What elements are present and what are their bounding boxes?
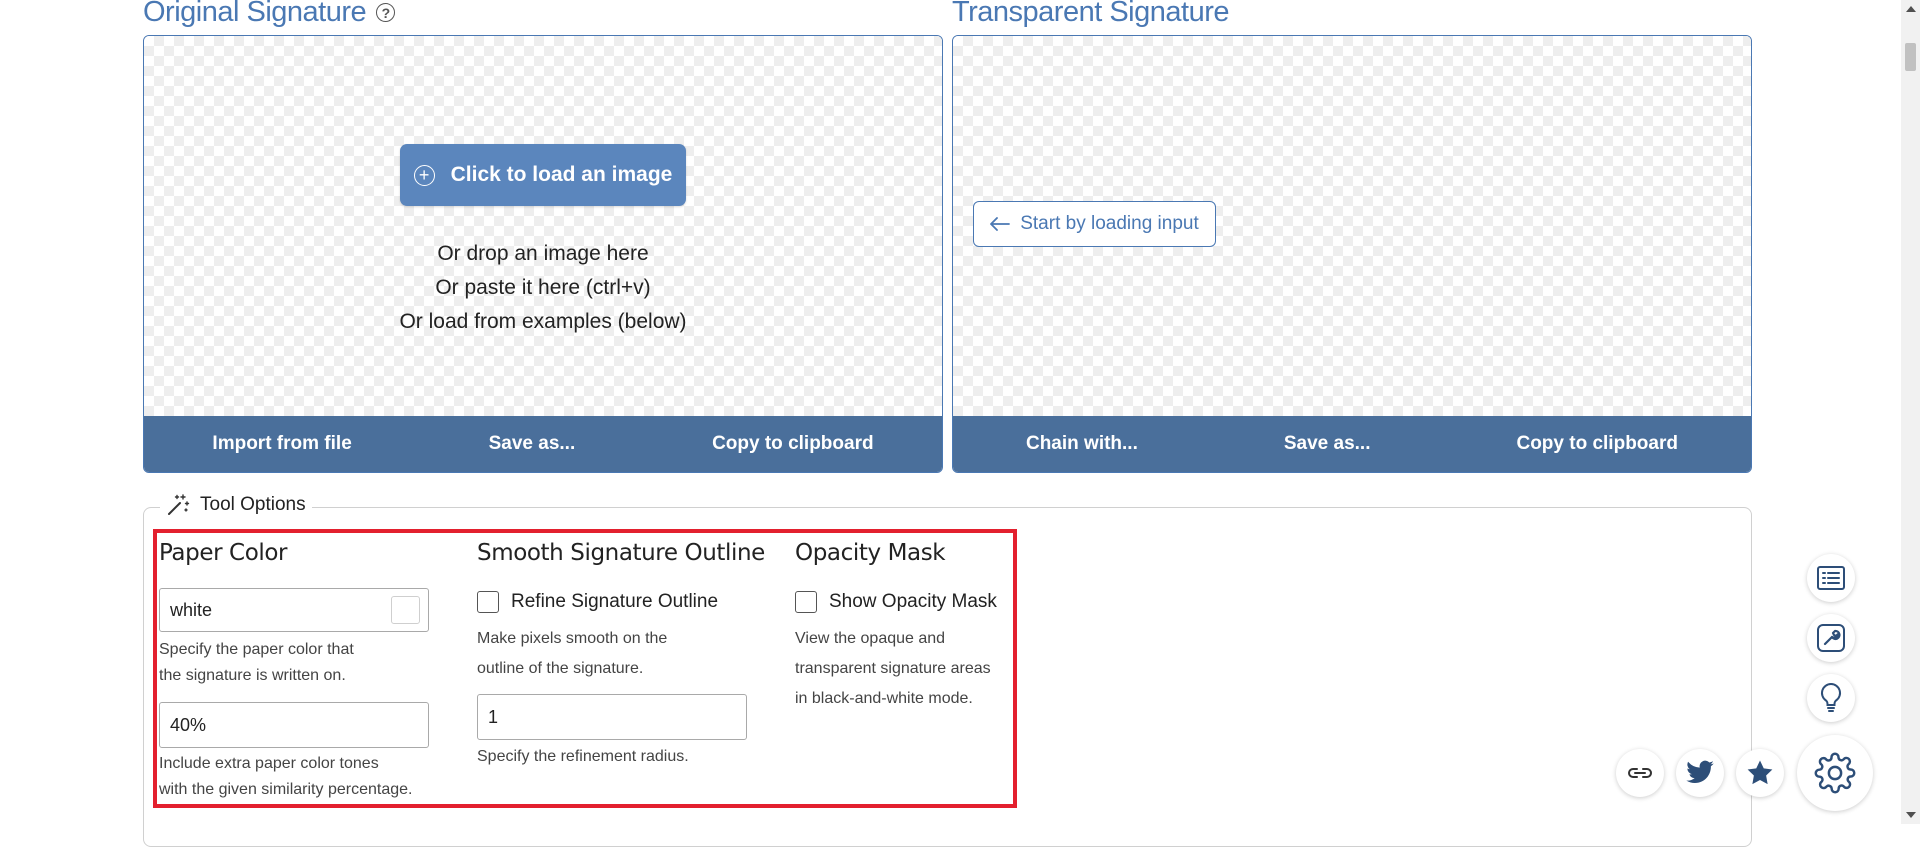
similarity-input[interactable]: 40% <box>159 702 429 748</box>
tips-button[interactable] <box>1807 674 1855 722</box>
show-opacity-mask-label: Show Opacity Mask <box>829 591 997 612</box>
lightbulb-icon <box>1820 682 1842 712</box>
wrench-icon <box>1817 624 1845 652</box>
refine-outline-checkbox[interactable] <box>477 591 499 613</box>
tool-list-button[interactable] <box>1807 554 1855 602</box>
opacity-mask-group: Opacity Mask <box>795 540 946 566</box>
smooth-outline-description: Make pixels smooth on the outline of the… <box>477 624 667 684</box>
examples-line: Or load from examples (below) <box>399 310 687 333</box>
desc-line: Include extra paper color tones <box>159 755 379 772</box>
refinement-radius-input[interactable]: 1 <box>477 694 747 740</box>
drop-line: Or drop an image here <box>437 242 649 265</box>
output-preview-area: Start by loading input <box>953 36 1751 418</box>
list-icon <box>1817 566 1845 590</box>
star-icon <box>1747 760 1773 785</box>
input-save-as-button[interactable]: Save as... <box>469 425 596 463</box>
import-from-file-button[interactable]: Import from file <box>192 425 371 463</box>
input-panel-title: Original Signature ? <box>143 0 396 29</box>
show-opacity-mask-option[interactable]: Show Opacity Mask <box>795 591 997 613</box>
scroll-up-arrow[interactable] <box>1906 6 1916 12</box>
start-button-label: Start by loading input <box>1020 213 1199 234</box>
similarity-description: Include extra paper color tones with the… <box>159 751 412 803</box>
similarity-value: 40% <box>170 714 207 735</box>
output-copy-to-clipboard-button[interactable]: Copy to clipboard <box>1496 425 1698 463</box>
drop-instructions: Or drop an image here Or paste it here (… <box>144 237 942 339</box>
desc-line: with the given similarity percentage. <box>159 781 413 798</box>
load-image-button[interactable]: + Click to load an image <box>400 144 686 206</box>
opacity-mask-heading: Opacity Mask <box>795 540 946 566</box>
tool-options-legend: Tool Options <box>160 493 312 517</box>
opacity-mask-description: View the opaque and transparent signatur… <box>795 624 991 714</box>
refine-outline-label: Refine Signature Outline <box>511 591 719 612</box>
output-save-as-button[interactable]: Save as... <box>1264 425 1391 463</box>
paper-color-value: white <box>170 599 213 620</box>
input-copy-to-clipboard-button[interactable]: Copy to clipboard <box>692 425 894 463</box>
show-opacity-mask-checkbox[interactable] <box>795 591 817 613</box>
desc-line: Make pixels smooth on the <box>477 630 668 647</box>
load-image-button-label: Click to load an image <box>450 163 673 186</box>
desc-line: outline of the signature. <box>477 660 644 677</box>
magic-wand-icon <box>168 494 190 515</box>
paste-line: Or paste it here (ctrl+v) <box>435 276 651 299</box>
desc-line: Specify the paper color that <box>159 641 354 658</box>
output-panel-title-text: Transparent Signature <box>952 0 1229 28</box>
settings-button[interactable] <box>1797 735 1873 811</box>
tools-button[interactable] <box>1807 614 1855 662</box>
scroll-thumb[interactable] <box>1905 43 1916 71</box>
plus-circle-icon: + <box>413 164 435 186</box>
bookmark-button[interactable] <box>1736 749 1784 797</box>
input-panel: + Click to load an image Or drop an imag… <box>143 35 943 473</box>
desc-line: the signature is written on. <box>159 667 346 684</box>
desc-line: View the opaque and <box>795 630 946 647</box>
tool-options-title: Tool Options <box>200 494 306 515</box>
link-icon <box>1628 768 1652 778</box>
smooth-outline-heading: Smooth Signature Outline <box>477 540 765 566</box>
page-scrollbar[interactable] <box>1901 0 1920 824</box>
chain-with-button[interactable]: Chain with... <box>1006 425 1158 463</box>
input-panel-title-text: Original Signature <box>143 0 367 28</box>
help-icon[interactable]: ? <box>376 3 396 22</box>
twitter-share-button[interactable] <box>1676 749 1724 797</box>
refinement-radius-value: 1 <box>488 706 499 727</box>
refinement-radius-description: Specify the refinement radius. <box>477 748 689 765</box>
input-drop-area[interactable]: + Click to load an image Or drop an imag… <box>144 36 942 418</box>
output-panel: Start by loading input Chain with... Sav… <box>952 35 1752 473</box>
color-swatch[interactable] <box>391 596 420 624</box>
copy-link-button[interactable] <box>1616 749 1664 797</box>
gear-icon <box>1814 752 1856 794</box>
twitter-icon <box>1686 760 1714 784</box>
start-by-loading-input-button[interactable]: Start by loading input <box>973 201 1216 247</box>
paper-color-group: Paper Color <box>159 540 288 566</box>
desc-line: in black-and-white mode. <box>795 690 973 707</box>
arrow-left-icon <box>990 217 1011 231</box>
paper-color-heading: Paper Color <box>159 540 288 566</box>
input-toolbar: Import from file Save as... Copy to clip… <box>144 416 942 472</box>
paper-color-input[interactable]: white <box>159 588 429 632</box>
output-toolbar: Chain with... Save as... Copy to clipboa… <box>953 416 1751 472</box>
desc-line: transparent signature areas <box>795 660 991 677</box>
smooth-outline-group: Smooth Signature Outline <box>477 540 765 566</box>
paper-color-description: Specify the paper color that the signatu… <box>159 637 354 689</box>
output-panel-title: Transparent Signature <box>952 0 1229 29</box>
refine-outline-option[interactable]: Refine Signature Outline <box>477 591 718 613</box>
scroll-down-arrow[interactable] <box>1906 812 1916 818</box>
